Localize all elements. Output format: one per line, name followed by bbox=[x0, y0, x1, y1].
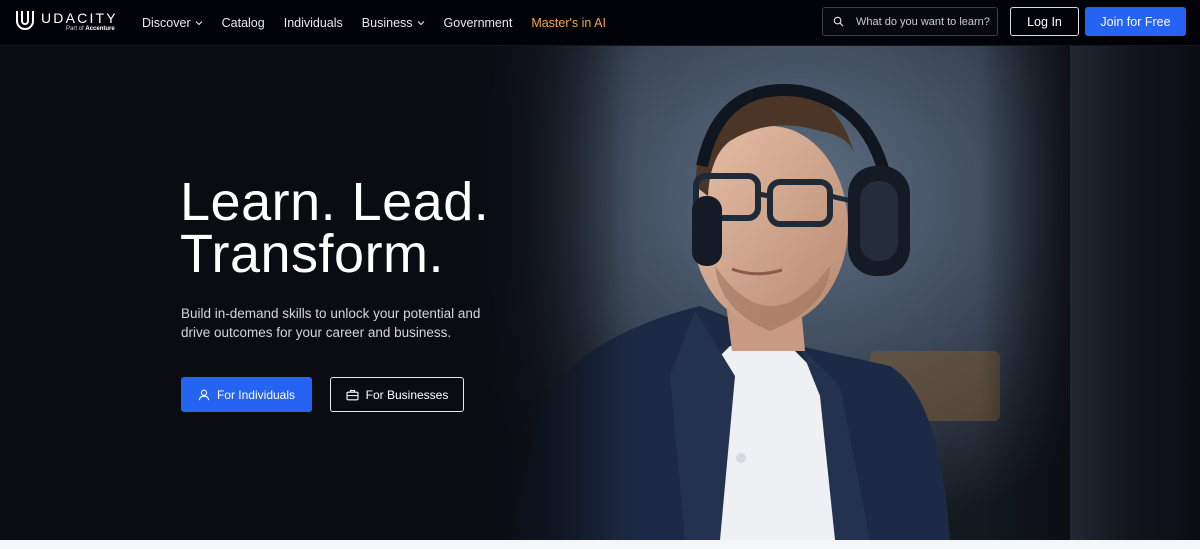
chevron-down-icon bbox=[195, 21, 203, 26]
nav-item-business[interactable]: Business bbox=[362, 16, 425, 30]
join-button[interactable]: Join for Free bbox=[1085, 7, 1186, 36]
hero-headline: Learn. Lead. Transform. bbox=[180, 172, 490, 284]
brand-name: UDACITY bbox=[41, 10, 118, 26]
login-button[interactable]: Log In bbox=[1010, 7, 1079, 36]
page-bottom-strip bbox=[0, 540, 1200, 549]
headline-line-2: Transform. bbox=[180, 224, 445, 284]
hero-section: Learn. Lead. Transform. Build in-demand … bbox=[0, 46, 1200, 540]
udacity-logo[interactable]: UDACITY Part of Accenture bbox=[14, 8, 124, 36]
for-individuals-button[interactable]: For Individuals bbox=[181, 377, 312, 412]
nav-item-government[interactable]: Government bbox=[444, 16, 513, 30]
brand-tagline: Part of Accenture bbox=[66, 26, 115, 32]
briefcase-icon bbox=[346, 389, 359, 400]
udacity-u-icon bbox=[16, 11, 34, 30]
nav-item-catalog[interactable]: Catalog bbox=[222, 16, 265, 30]
headline-line-1: Learn. Lead. bbox=[180, 172, 490, 232]
for-businesses-label: For Businesses bbox=[365, 387, 449, 402]
user-icon bbox=[198, 389, 210, 400]
hero-subtext: Build in-demand skills to unlock your po… bbox=[181, 306, 481, 340]
for-individuals-label: For Individuals bbox=[216, 387, 296, 402]
nav-links: Discover Catalog Individuals Business Go… bbox=[142, 0, 625, 46]
nav-item-masters-in-ai[interactable]: Master's in AI bbox=[531, 16, 606, 30]
nav-item-discover[interactable]: Discover bbox=[142, 16, 203, 30]
for-businesses-button[interactable]: For Businesses bbox=[330, 377, 464, 412]
search-icon bbox=[833, 16, 844, 27]
nav-item-individuals[interactable]: Individuals bbox=[284, 16, 343, 30]
search-input[interactable] bbox=[856, 15, 996, 28]
hero-gradient-overlay bbox=[0, 46, 640, 540]
chevron-down-icon bbox=[417, 21, 424, 26]
search-box[interactable] bbox=[822, 7, 998, 36]
top-nav: UDACITY Part of Accenture Discover Catal… bbox=[0, 0, 1200, 46]
